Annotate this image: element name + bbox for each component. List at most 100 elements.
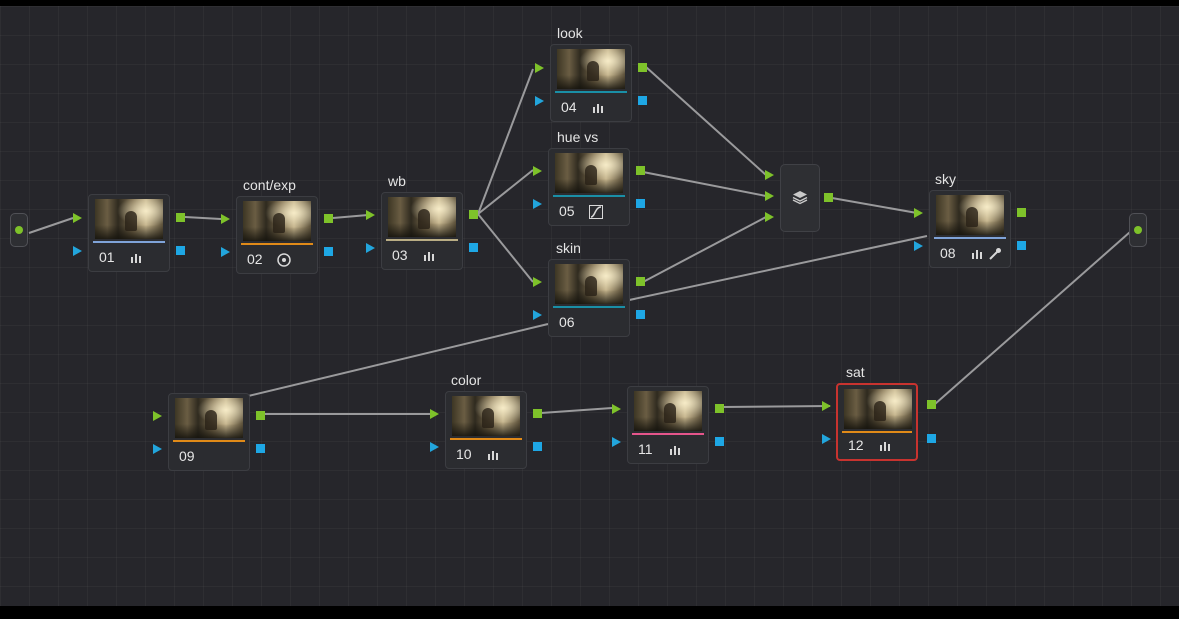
- node-01-rgb-input[interactable]: [73, 213, 82, 223]
- node-09-key-output[interactable]: [256, 444, 265, 453]
- node-number: 06: [559, 314, 575, 330]
- node-05[interactable]: 05: [548, 148, 630, 226]
- node-04[interactable]: 04: [550, 44, 632, 122]
- node-06-key-input[interactable]: [533, 310, 542, 320]
- bars-icon: [668, 443, 682, 457]
- node-09[interactable]: 09: [168, 393, 250, 471]
- node-12-key-output[interactable]: [927, 434, 936, 443]
- node-01-key-output[interactable]: [176, 246, 185, 255]
- node-09-key-input[interactable]: [153, 444, 162, 454]
- node-03-key-output[interactable]: [469, 243, 478, 252]
- node-08[interactable]: 08: [929, 190, 1011, 268]
- layer-mixer-input-2[interactable]: [765, 191, 774, 201]
- node-stripe: [386, 239, 458, 241]
- wire-03-06: [477, 213, 534, 283]
- node-01[interactable]: 01: [88, 194, 170, 272]
- bars-icon: [591, 101, 605, 115]
- node-10[interactable]: 10: [445, 391, 527, 469]
- node-thumbnail: [555, 264, 623, 304]
- node-number: 11: [638, 441, 653, 457]
- node-02-key-output[interactable]: [324, 247, 333, 256]
- node-12[interactable]: 12: [836, 383, 918, 461]
- node-11-rgb-output[interactable]: [715, 404, 724, 413]
- node-02[interactable]: 02: [236, 196, 318, 274]
- node-number: 09: [179, 448, 195, 464]
- node-12-rgb-input[interactable]: [822, 401, 831, 411]
- node-05-key-output[interactable]: [636, 199, 645, 208]
- source-input-terminal[interactable]: [10, 213, 28, 247]
- wire-02-03: [332, 214, 369, 219]
- node-number: 01: [99, 249, 115, 265]
- node-08-rgb-output[interactable]: [1017, 208, 1026, 217]
- node-number: 02: [247, 251, 263, 267]
- node-thumbnail: [175, 398, 243, 438]
- node-12-rgb-output[interactable]: [927, 400, 936, 409]
- node-10-rgb-input[interactable]: [430, 409, 439, 419]
- node-stripe: [632, 433, 704, 435]
- node-thumbnail: [557, 49, 625, 89]
- node-thumbnail: [555, 153, 623, 193]
- node-08-rgb-input[interactable]: [914, 208, 923, 218]
- node-09-rgb-input[interactable]: [153, 411, 162, 421]
- node-06[interactable]: 06: [548, 259, 630, 337]
- node-06-rgb-output[interactable]: [636, 277, 645, 286]
- node-03[interactable]: 03: [381, 192, 463, 270]
- node-stripe: [553, 306, 625, 308]
- node-03-rgb-output[interactable]: [469, 210, 478, 219]
- node-04-rgb-output[interactable]: [638, 63, 647, 72]
- node-04-label: look: [557, 25, 583, 41]
- wire-06-mixer: [642, 216, 767, 283]
- node-05-key-input[interactable]: [533, 199, 542, 209]
- node-thumbnail: [452, 396, 520, 436]
- source-output-dot[interactable]: [15, 226, 23, 234]
- node-10-key-input[interactable]: [430, 442, 439, 452]
- layer-mixer-node[interactable]: [780, 164, 820, 232]
- layer-mixer-input-1[interactable]: [765, 170, 774, 180]
- node-number: 05: [559, 203, 575, 219]
- node-thumbnail: [936, 195, 1004, 235]
- node-03-rgb-input[interactable]: [366, 210, 375, 220]
- node-04-key-input[interactable]: [535, 96, 544, 106]
- node-01-key-input[interactable]: [73, 246, 82, 256]
- eyedropper-icon: [988, 247, 1002, 261]
- wire-source-01: [28, 217, 74, 234]
- node-08-key-output[interactable]: [1017, 241, 1026, 250]
- wire-11-12: [721, 405, 831, 408]
- node-08-key-input[interactable]: [914, 241, 923, 251]
- node-11-rgb-input[interactable]: [612, 404, 621, 414]
- node-10-rgb-output[interactable]: [533, 409, 542, 418]
- node-02-rgb-input[interactable]: [221, 214, 230, 224]
- output-input-dot[interactable]: [1134, 226, 1142, 234]
- layer-mixer-output[interactable]: [824, 193, 833, 202]
- node-stripe: [934, 237, 1006, 239]
- node-05-rgb-input[interactable]: [533, 166, 542, 176]
- node-number: 12: [848, 437, 864, 453]
- node-06-rgb-input[interactable]: [533, 277, 542, 287]
- node-01-rgb-output[interactable]: [176, 213, 185, 222]
- node-graph-canvas[interactable]: 01 cont/exp 02 wb 03 look 04 hue vs 05 s…: [0, 6, 1179, 606]
- node-05-rgb-output[interactable]: [636, 166, 645, 175]
- node-03-label: wb: [388, 173, 406, 189]
- output-terminal[interactable]: [1129, 213, 1147, 247]
- bars-icon: [422, 249, 436, 263]
- node-stripe: [553, 195, 625, 197]
- node-04-rgb-input[interactable]: [535, 63, 544, 73]
- node-02-key-input[interactable]: [221, 247, 230, 257]
- node-03-key-input[interactable]: [366, 243, 375, 253]
- node-04-key-output[interactable]: [638, 96, 647, 105]
- node-02-rgb-output[interactable]: [324, 214, 333, 223]
- wire-01-02: [184, 216, 222, 220]
- node-06-key-output[interactable]: [636, 310, 645, 319]
- node-11[interactable]: 11: [627, 386, 709, 464]
- node-11-key-input[interactable]: [612, 437, 621, 447]
- node-09-rgb-output[interactable]: [256, 411, 265, 420]
- bars-icon: [970, 247, 984, 261]
- node-stripe: [842, 431, 912, 433]
- node-12-key-input[interactable]: [822, 434, 831, 444]
- node-10-key-output[interactable]: [533, 442, 542, 451]
- node-05-label: hue vs: [557, 129, 599, 145]
- node-number: 04: [561, 99, 577, 115]
- bars-icon: [878, 439, 892, 453]
- layer-mixer-input-3[interactable]: [765, 212, 774, 222]
- node-11-key-output[interactable]: [715, 437, 724, 446]
